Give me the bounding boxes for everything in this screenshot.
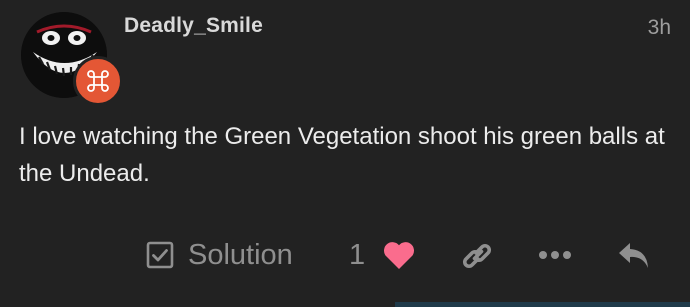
heart-icon [383, 242, 415, 269]
username[interactable]: Deadly_Smile [124, 14, 263, 38]
checkbox-icon [146, 241, 174, 269]
solution-label: Solution [188, 238, 293, 271]
post: Deadly_Smile 3h I love watching the Gree… [0, 0, 690, 307]
more-options-button[interactable] [538, 230, 572, 280]
group-badge-icon[interactable] [73, 56, 123, 106]
ellipsis-icon [539, 251, 571, 259]
like-button[interactable] [382, 230, 416, 280]
solution-button[interactable]: Solution [146, 230, 293, 280]
link-icon [462, 243, 492, 269]
post-actions: Solution 1 [0, 230, 690, 280]
copy-link-button[interactable] [462, 230, 494, 280]
reply-icon [619, 243, 648, 268]
like-count[interactable]: 1 [349, 230, 365, 280]
post-timestamp[interactable]: 3h [648, 16, 671, 40]
post-body: I love watching the Green Vegetation sho… [19, 123, 665, 187]
reply-button[interactable] [617, 230, 651, 280]
command-icon [87, 70, 109, 92]
bottom-divider [395, 302, 690, 307]
